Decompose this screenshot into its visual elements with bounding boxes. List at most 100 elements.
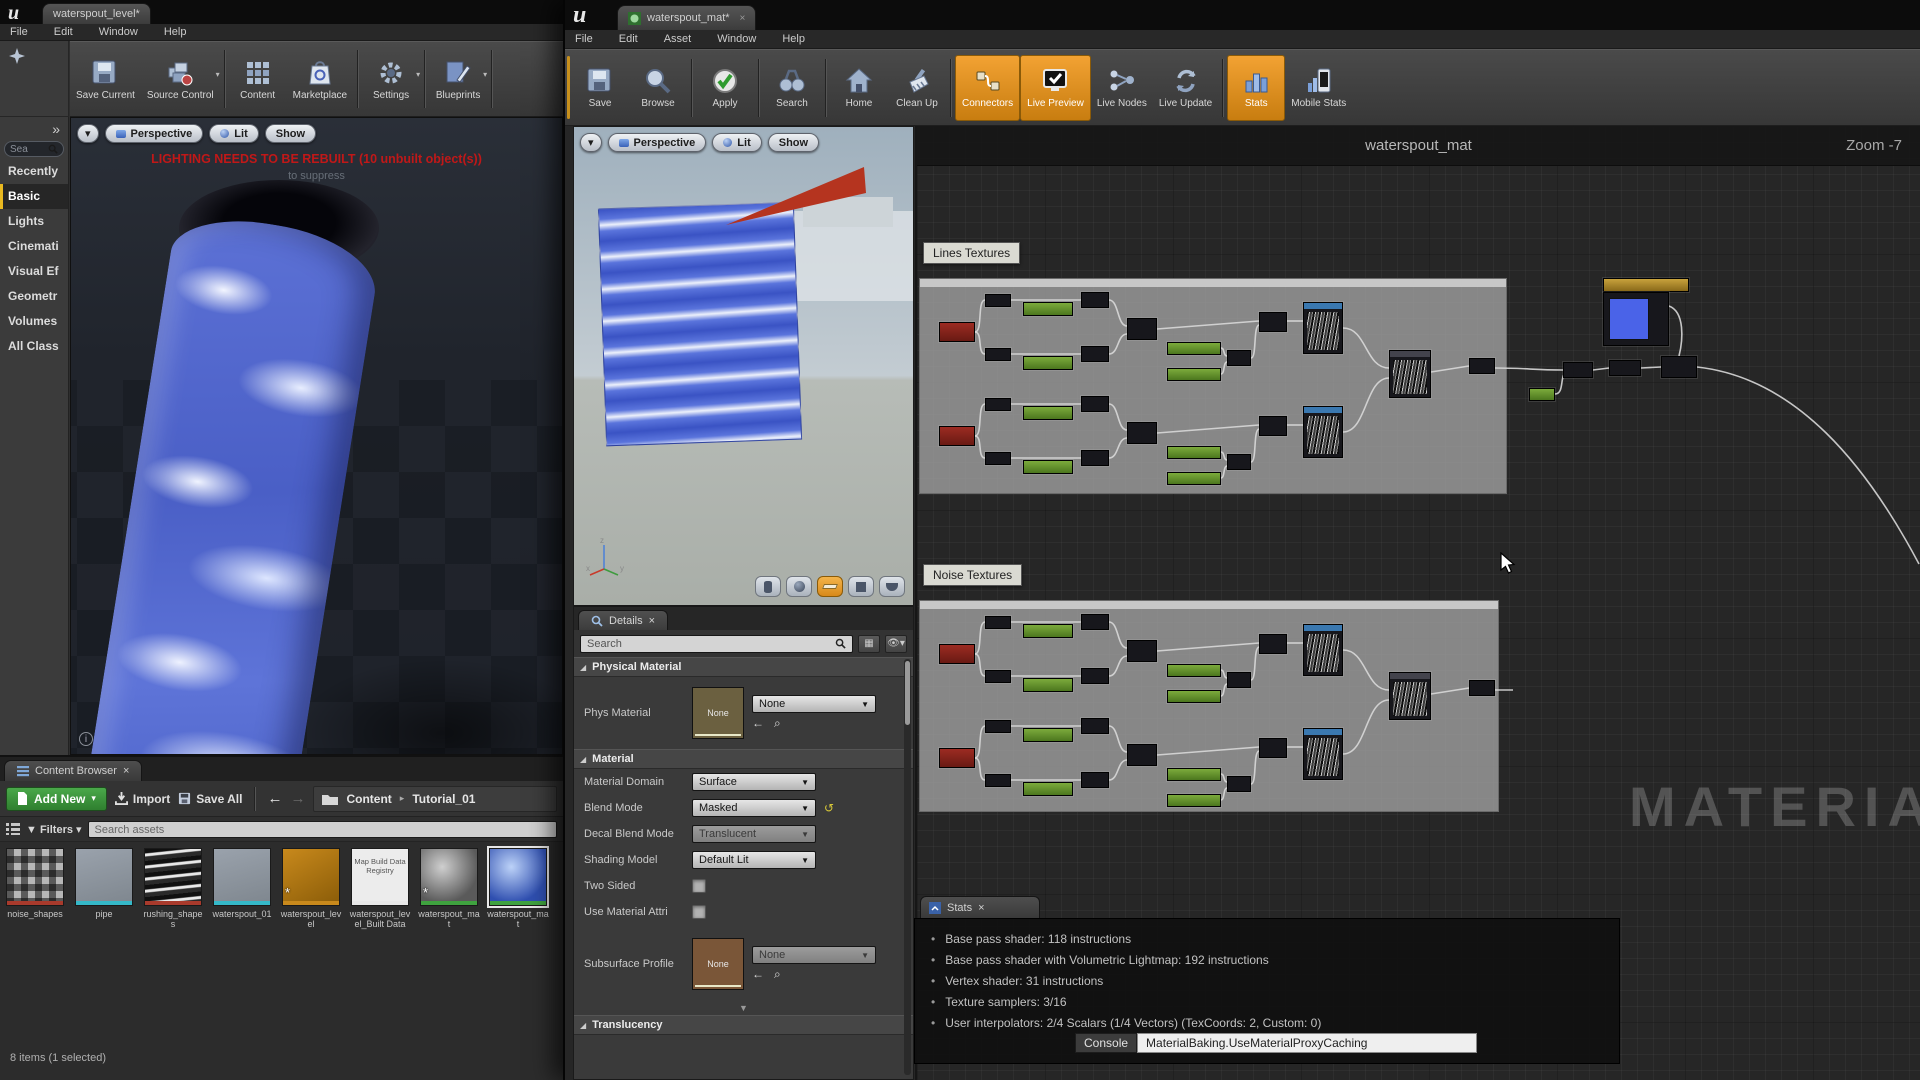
graph-node[interactable] [1259,312,1287,332]
material-tab[interactable]: waterspout_mat* × [617,5,756,30]
breadcrumb-root[interactable]: Content [346,792,391,806]
graph-node[interactable] [1081,614,1109,630]
graph-node[interactable] [1227,350,1251,366]
graph-node[interactable] [1081,668,1109,684]
asset-thumbnail[interactable]: * [420,848,478,906]
graph-node[interactable] [1303,624,1343,676]
section-material[interactable]: ◢Material [574,749,913,769]
menu-window[interactable]: Window [99,26,138,38]
category-geometr[interactable]: Geometr [0,284,68,309]
save-button[interactable]: Save [571,55,629,121]
asset-thumbnail[interactable] [6,848,64,906]
material-preview-viewport[interactable]: ▾ Perspective Lit Show zxy [574,127,913,605]
graph-node[interactable] [1389,350,1431,398]
stats-tab[interactable]: Stats × [920,896,1040,918]
modes-tool-icon[interactable] [0,41,68,70]
asset-thumbnail[interactable] [144,848,202,906]
graph-node[interactable] [1167,342,1221,355]
place-search-input[interactable]: Sea [4,141,64,157]
graph-node[interactable] [1081,292,1109,308]
shape-cube-button[interactable] [848,576,874,597]
mobile-stats-button[interactable]: Mobile Stats [1285,55,1352,121]
connectors-button[interactable]: Connectors [955,55,1020,121]
graph-node[interactable] [1469,358,1495,374]
lit-button[interactable]: Lit [712,133,761,152]
level-tab[interactable]: waterspout_level* [42,3,151,24]
close-icon[interactable]: × [123,765,129,777]
graph-node[interactable] [1023,406,1073,420]
close-icon[interactable]: × [649,615,655,627]
live-nodes-button[interactable]: Live Nodes [1091,55,1153,121]
graph-node[interactable] [985,720,1011,733]
graph-node[interactable] [985,348,1011,361]
home-button[interactable]: Home [830,55,888,121]
graph-node[interactable] [1303,728,1343,780]
asset-noise-shapes[interactable]: noise_shapes [4,848,66,930]
graph-node[interactable] [1167,368,1221,381]
content-button[interactable]: Content [229,46,287,112]
asset-thumbnail[interactable] [489,848,547,906]
blueprints-button[interactable]: Blueprints▾ [429,46,487,112]
blend-mode-combo[interactable]: Masked▼ [692,799,816,817]
filters-button[interactable]: ▼ Filters ▾ [26,823,82,836]
shape-teapot-button[interactable] [879,576,905,597]
browse-asset-icon[interactable]: ⌕ [774,716,781,731]
shape-plane-button[interactable] [817,576,843,597]
asset-thumbnail[interactable] [75,848,133,906]
expand-panel-button[interactable]: » [0,117,68,139]
graph-node[interactable] [1563,362,1593,378]
category-recently[interactable]: Recently [0,159,68,184]
sources-toggle-icon[interactable] [6,823,20,835]
graph-node[interactable] [1303,406,1343,458]
browse-asset-icon[interactable]: ⌕ [774,967,781,982]
graph-node[interactable] [1603,278,1689,292]
asset-pipe[interactable]: pipe [73,848,135,930]
level-viewport[interactable]: ▾ Perspective Lit Show LIGHTING NEEDS TO… [70,117,563,755]
graph-node[interactable] [1609,360,1641,376]
section-translucency[interactable]: ◢Translucency [574,1015,913,1035]
graph-node[interactable] [1023,624,1073,638]
clean-up-button[interactable]: Clean Up [888,55,946,121]
graph-node[interactable] [1167,664,1221,677]
live-preview-button[interactable]: Live Preview [1020,55,1091,121]
use-selected-icon[interactable]: ← [752,716,764,731]
graph-node[interactable] [1127,744,1157,766]
menu-file[interactable]: File [575,33,593,45]
menu-edit[interactable]: Edit [54,26,73,38]
graph-node[interactable] [1081,396,1109,412]
asset-thumbnail[interactable]: * [282,848,340,906]
graph-node[interactable] [939,426,975,446]
details-search-input[interactable]: Search [580,635,853,653]
graph-node[interactable] [1081,450,1109,466]
add-new-button[interactable]: Add New▾ [6,787,107,811]
asset-waterspout-level[interactable]: *waterspout_level [280,848,342,930]
scroll-down-arrow[interactable]: ▼ [574,1003,913,1013]
property-matrix-button[interactable]: ▦ [858,635,880,653]
asset-rushing-shapes[interactable]: rushing_shapes [142,848,204,930]
graph-node[interactable] [1227,776,1251,792]
graph-node[interactable] [1023,782,1073,796]
close-icon[interactable]: × [740,13,746,24]
graph-node[interactable] [1167,768,1221,781]
graph-node[interactable] [985,452,1011,465]
menu-help[interactable]: Help [782,33,805,45]
graph-node[interactable] [1303,302,1343,354]
asset-waterspout-mat[interactable]: waterspout_mat [487,848,549,930]
lit-button[interactable]: Lit [209,124,258,143]
graph-node[interactable] [1227,454,1251,470]
show-button[interactable]: Show [265,124,316,143]
menu-window[interactable]: Window [717,33,756,45]
graph-node[interactable] [985,670,1011,683]
graph-node[interactable] [985,294,1011,307]
graph-node[interactable] [1081,346,1109,362]
graph-node[interactable] [939,322,975,342]
asset-waterspout-01[interactable]: waterspout_01 [211,848,273,930]
perspective-button[interactable]: Perspective [608,133,707,152]
graph-node[interactable] [1127,640,1157,662]
section-physical-material[interactable]: ◢Physical Material [574,657,913,677]
decal-blend-mode-combo[interactable]: Translucent▼ [692,825,816,843]
graph-node[interactable] [1023,302,1073,316]
graph-node[interactable] [1127,318,1157,340]
view-options-button[interactable]: 👁▾ [885,635,907,653]
breadcrumb-current[interactable]: Tutorial_01 [412,792,475,806]
